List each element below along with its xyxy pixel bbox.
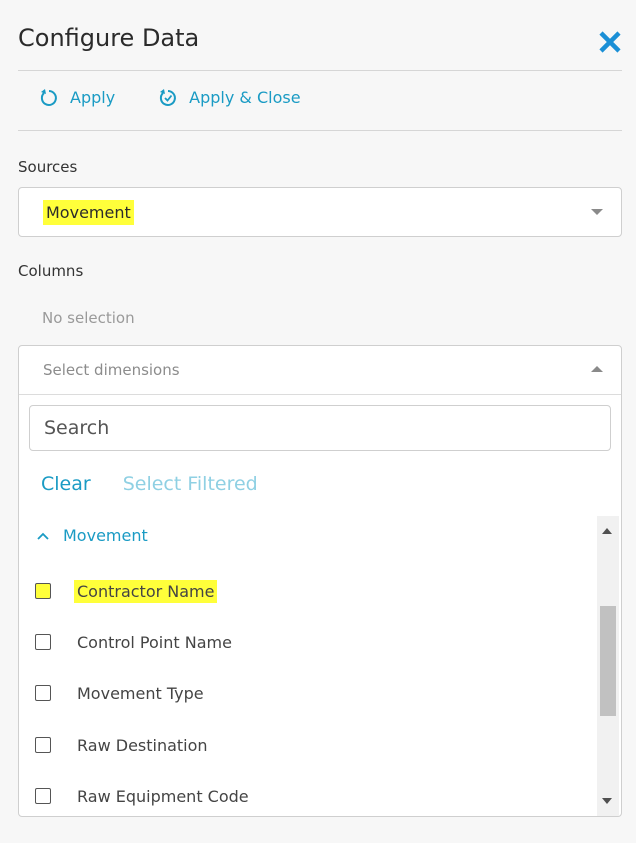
panel-title: Configure Data bbox=[18, 24, 200, 52]
search-input[interactable] bbox=[30, 406, 610, 450]
chevron-down-icon bbox=[591, 209, 603, 215]
list-item[interactable]: Contractor Name bbox=[35, 576, 218, 606]
list-item-label: Raw Equipment Code bbox=[77, 786, 249, 806]
checkbox[interactable] bbox=[35, 788, 51, 804]
select-filtered-button[interactable]: Select Filtered bbox=[123, 473, 258, 495]
search-field[interactable] bbox=[29, 405, 611, 451]
list-item-label: Raw Destination bbox=[77, 735, 208, 755]
clear-button[interactable]: Clear bbox=[41, 473, 91, 495]
close-icon[interactable] bbox=[596, 28, 624, 56]
panel-header: Configure Data bbox=[18, 22, 628, 62]
scrollbar-thumb[interactable] bbox=[600, 606, 616, 716]
list-item-label: Contractor Name bbox=[74, 579, 218, 603]
group-header-movement[interactable]: Movement bbox=[37, 526, 148, 545]
dimensions-dropdown: Select dimensions Clear Select Filtered … bbox=[18, 345, 622, 817]
configure-data-panel: Configure Data Apply Apply & Close Sourc… bbox=[0, 0, 636, 843]
columns-label: Columns bbox=[18, 262, 84, 280]
list-item[interactable]: Raw Destination bbox=[35, 730, 208, 760]
refresh-icon bbox=[40, 89, 57, 106]
dimensions-select[interactable]: Select dimensions bbox=[19, 346, 621, 395]
group-label: Movement bbox=[63, 526, 148, 545]
list-item[interactable]: Control Point Name bbox=[35, 627, 232, 657]
checkbox[interactable] bbox=[35, 583, 51, 599]
sources-label: Sources bbox=[18, 158, 78, 176]
sources-select[interactable]: Movement bbox=[18, 187, 622, 237]
list-item[interactable]: Raw Equipment Code bbox=[35, 781, 249, 811]
apply-label: Apply bbox=[70, 87, 116, 107]
checkbox[interactable] bbox=[35, 634, 51, 650]
refresh-check-icon bbox=[160, 89, 177, 106]
toolbar: Apply Apply & Close bbox=[38, 84, 343, 110]
list-item-label: Movement Type bbox=[77, 683, 204, 703]
divider bbox=[18, 130, 622, 131]
filter-actions: Clear Select Filtered bbox=[41, 473, 258, 495]
dimensions-list: Movement Contractor Name Control Point N… bbox=[19, 516, 597, 816]
scroll-up-arrow-icon[interactable] bbox=[602, 528, 612, 534]
sources-selected-value: Movement bbox=[43, 199, 134, 225]
chevron-up-icon bbox=[37, 532, 49, 540]
dimensions-placeholder: Select dimensions bbox=[43, 361, 180, 379]
no-selection-text: No selection bbox=[42, 309, 135, 327]
apply-button[interactable]: Apply bbox=[38, 87, 115, 107]
checkbox[interactable] bbox=[35, 737, 51, 753]
chevron-up-icon bbox=[591, 366, 603, 372]
checkbox[interactable] bbox=[35, 685, 51, 701]
list-scrollbar[interactable] bbox=[597, 516, 619, 816]
apply-close-button[interactable]: Apply & Close bbox=[157, 87, 301, 107]
apply-close-label: Apply & Close bbox=[189, 87, 301, 107]
list-item-label: Control Point Name bbox=[77, 632, 232, 652]
divider bbox=[18, 70, 622, 71]
list-item[interactable]: Movement Type bbox=[35, 678, 204, 708]
scroll-down-arrow-icon[interactable] bbox=[602, 798, 612, 804]
